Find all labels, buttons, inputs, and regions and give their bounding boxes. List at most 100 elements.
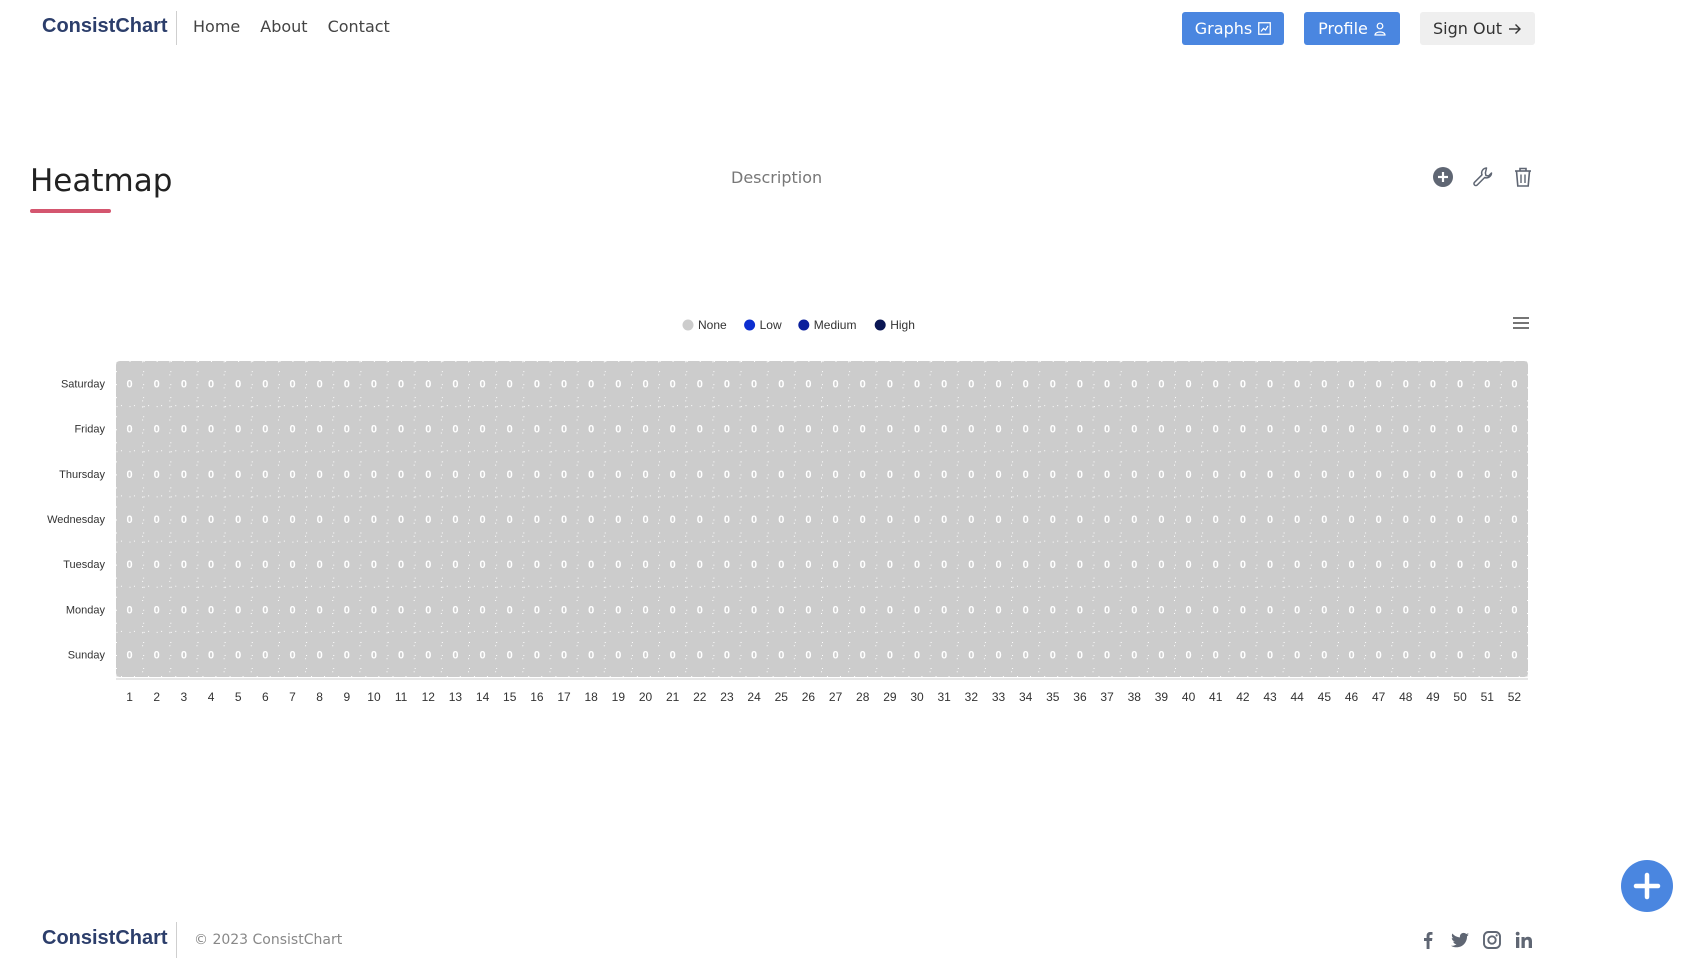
heatmap-cell-label: 0 [1430, 469, 1436, 481]
legend-marker-low[interactable] [744, 319, 756, 331]
heatmap-cell-label: 0 [887, 514, 893, 526]
heatmap-cell-label: 0 [235, 424, 241, 436]
heatmap-cell-label: 0 [561, 604, 567, 616]
nav-about-link[interactable]: About [260, 17, 307, 36]
heatmap-cell-label: 0 [1348, 604, 1354, 616]
legend-label-low[interactable]: Low [760, 318, 782, 332]
x-tick-label: 50 [1453, 690, 1467, 704]
heatmap-cell-label: 0 [615, 514, 621, 526]
y-tick-label: Wednesday [47, 514, 105, 526]
legend-marker-none[interactable] [682, 319, 694, 331]
heatmap-cell-label: 0 [507, 559, 513, 571]
heatmap-cell-label: 0 [1376, 379, 1382, 391]
heatmap-cell-label: 0 [1484, 514, 1490, 526]
floating-add-button[interactable] [1621, 860, 1673, 912]
add-circle-icon[interactable] [1431, 165, 1455, 189]
heatmap-cell-label: 0 [127, 424, 133, 436]
heatmap-cell-label: 0 [642, 424, 648, 436]
heatmap-cell-label: 0 [317, 469, 323, 481]
heatmap-cell-label: 0 [1403, 559, 1409, 571]
legend-label-medium[interactable]: Medium [814, 318, 857, 332]
footer-brand[interactable]: ConsistChart [42, 927, 168, 950]
profile-button[interactable]: Profile [1304, 12, 1400, 45]
legend-label-high[interactable]: High [890, 318, 915, 332]
heatmap-cell-label: 0 [127, 379, 133, 391]
hamburger-menu-icon[interactable] [1511, 313, 1531, 333]
graphs-button[interactable]: Graphs [1182, 12, 1284, 45]
y-tick-label: Tuesday [63, 559, 105, 571]
heatmap-cell-label: 0 [1050, 424, 1056, 436]
heatmap-cell-label: 0 [1511, 379, 1517, 391]
wrench-icon[interactable] [1471, 165, 1495, 189]
sign-out-button[interactable]: Sign Out [1420, 12, 1535, 45]
heatmap-cell-label: 0 [778, 559, 784, 571]
heatmap-cell-label: 0 [1430, 514, 1436, 526]
heatmap-cell-label: 0 [642, 379, 648, 391]
heatmap-cell-label: 0 [154, 649, 160, 661]
heatmap-cell-label: 0 [425, 514, 431, 526]
x-tick-label: 7 [289, 690, 296, 704]
title-underline [30, 209, 111, 213]
facebook-icon[interactable] [1417, 929, 1439, 951]
twitter-icon[interactable] [1449, 929, 1471, 951]
heatmap-cell-label: 0 [1023, 379, 1029, 391]
heatmap-cell-label: 0 [642, 649, 648, 661]
linkedin-icon[interactable] [1513, 929, 1535, 951]
heatmap-cell-label: 0 [480, 379, 486, 391]
heatmap-cell-label: 0 [1240, 649, 1246, 661]
heatmap-cell-label: 0 [1158, 469, 1164, 481]
y-tick-label: Monday [66, 604, 106, 616]
heatmap-cell-label: 0 [995, 559, 1001, 571]
heatmap-cell-label: 0 [262, 424, 268, 436]
heatmap-cell-label: 0 [1403, 379, 1409, 391]
heatmap-cell-label: 0 [1240, 424, 1246, 436]
heatmap-cell-label: 0 [1403, 649, 1409, 661]
heatmap-cell-label: 0 [1050, 514, 1056, 526]
heatmap-cell-label: 0 [778, 649, 784, 661]
heatmap-cell-label: 0 [1077, 469, 1083, 481]
heatmap-cell-label: 0 [1267, 424, 1273, 436]
trash-icon[interactable] [1511, 165, 1535, 189]
heatmap-cell-label: 0 [425, 424, 431, 436]
x-tick-label: 6 [262, 690, 269, 704]
heatmap-cell-label: 0 [1104, 514, 1110, 526]
heatmap-cell-label: 0 [1186, 379, 1192, 391]
heatmap-cell-label: 0 [1186, 514, 1192, 526]
heatmap-cell-label: 0 [697, 559, 703, 571]
nav-contact-link[interactable]: Contact [328, 17, 390, 36]
heatmap-cell-label: 0 [887, 559, 893, 571]
heatmap-cell-label: 0 [1294, 514, 1300, 526]
heatmap-cell-label: 0 [805, 514, 811, 526]
y-tick-label: Friday [74, 424, 105, 436]
heatmap-cell-label: 0 [697, 514, 703, 526]
heatmap-cell-label: 0 [995, 604, 1001, 616]
x-tick-label: 51 [1481, 690, 1495, 704]
heatmap-cell-label: 0 [642, 469, 648, 481]
nav-home-link[interactable]: Home [193, 17, 240, 36]
heatmap-cell-label: 0 [833, 649, 839, 661]
heatmap-cell-label: 0 [289, 379, 295, 391]
heatmap-cell-label: 0 [1267, 559, 1273, 571]
y-tick-label: Saturday [61, 379, 106, 391]
legend-marker-high[interactable] [874, 319, 886, 331]
heatmap-cell-label: 0 [317, 604, 323, 616]
heatmap-cell-label: 0 [452, 604, 458, 616]
heatmap-cell-label: 0 [452, 559, 458, 571]
heatmap-cell-label: 0 [805, 379, 811, 391]
heatmap-cell-label: 0 [561, 379, 567, 391]
heatmap-cell-label: 0 [615, 649, 621, 661]
legend-label-none[interactable]: None [698, 318, 727, 332]
heatmap-cell-label: 0 [1077, 514, 1083, 526]
heatmap-cell-label: 0 [235, 649, 241, 661]
heatmap-cell-label: 0 [344, 604, 350, 616]
heatmap-cell-label: 0 [941, 559, 947, 571]
heatmap-cell-label: 0 [615, 379, 621, 391]
x-tick-label: 15 [503, 690, 517, 704]
heatmap-cell-label: 0 [425, 604, 431, 616]
legend-marker-medium[interactable] [798, 319, 810, 331]
brand-logo[interactable]: ConsistChart [42, 15, 168, 38]
heatmap-cell-label: 0 [1240, 514, 1246, 526]
heatmap-cell-label: 0 [1240, 559, 1246, 571]
heatmap-cell-label: 0 [751, 469, 757, 481]
instagram-icon[interactable] [1481, 929, 1503, 951]
